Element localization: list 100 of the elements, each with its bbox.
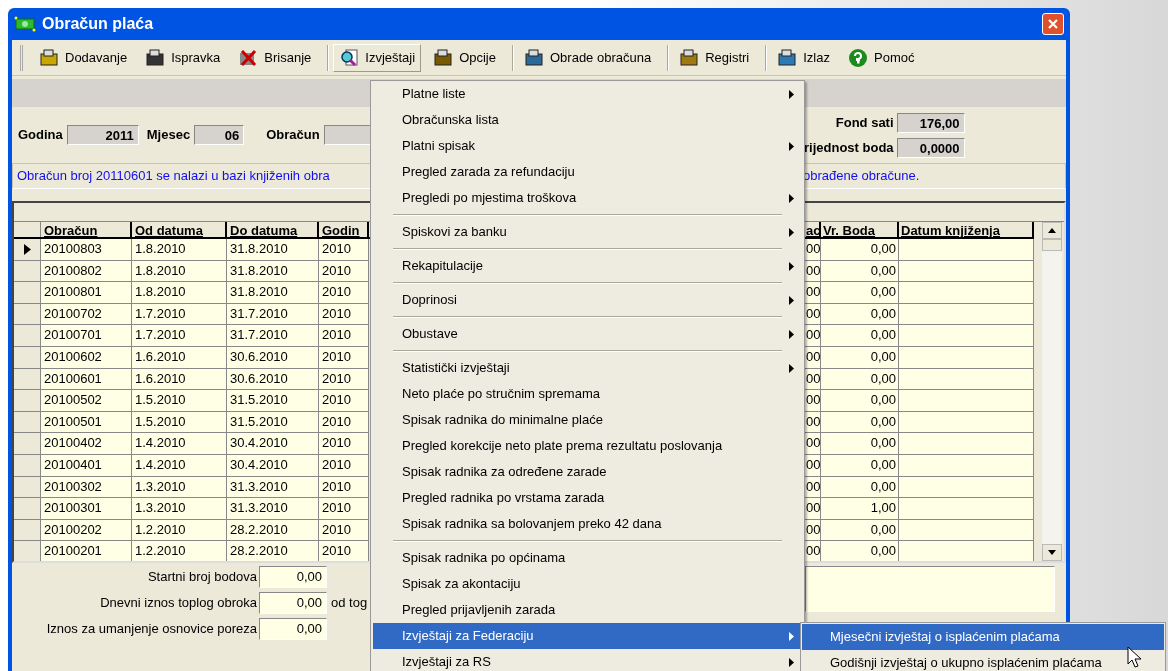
toolbar-button[interactable]: Dodavanje [33,43,134,72]
menu-item[interactable]: Rekapitulacije [373,253,802,279]
input-field[interactable] [323,125,370,145]
table-cell: 0,00 [821,541,899,561]
column-header[interactable]: Vr. Boda [821,222,899,237]
table-cell: 2010 [319,346,369,369]
input-field[interactable]: 2011 [66,125,139,145]
menu-item[interactable]: Spisak za akontaciju [373,571,802,597]
table-cell: 2010 [319,239,369,261]
table-cell: 31.8.2010 [227,282,319,304]
table-cell: 2010 [319,411,369,434]
table-cell: 20100401 [41,454,132,477]
input-field[interactable]: 0,00 [259,618,327,640]
toolbox-icon [433,47,454,68]
table-cell: 0,00 [821,368,899,391]
menu-item[interactable]: Doprinosi [373,287,802,313]
menu-item[interactable]: Statistički izvještaji [373,355,802,381]
scrollbar[interactable] [1042,222,1062,561]
menu-item[interactable]: Izvještaji za RS [373,649,802,671]
column-header[interactable]: Datum knjiženja [899,222,1034,237]
table-cell: 0,00 [821,519,899,542]
menu-item[interactable]: Obračunska lista [373,107,802,133]
column-header[interactable]: Od datuma [132,222,227,237]
menu-item[interactable]: Platni spisak [373,133,802,159]
toolbar-button[interactable]: Izvještaji [333,43,422,72]
menu-item[interactable]: Obustave [373,321,802,347]
menu-item[interactable]: Mjesečni izvještaj o isplaćenim plaćama [802,624,1164,650]
table-cell: 2010 [319,519,369,542]
toolbar-button[interactable]: Opcije [427,43,502,72]
menu-item[interactable]: Spisak radnika za određene zarade [373,459,802,485]
toolbar-button[interactable]: Pomoć [842,43,921,72]
submenu-arrow-icon [789,657,794,667]
scroll-thumb[interactable] [1042,239,1062,251]
table-cell: 1.4.2010 [132,433,227,455]
table-cell: 31.5.2010 [227,390,319,412]
table-cell: 2010 [319,325,369,347]
table-cell: 28.2.2010 [227,519,319,542]
field-label: Obračun [266,126,320,145]
input-field[interactable]: 176,00 [896,112,965,133]
menu-item[interactable]: Platne liste [373,81,802,107]
toolbar-button[interactable]: Registri [673,43,756,72]
table-cell: 31.8.2010 [227,260,319,283]
table-cell: 2010 [319,454,369,477]
menu-item[interactable]: Pregledi po mjestima troškova [373,185,802,211]
table-cell: 20100701 [41,325,132,347]
menu-item[interactable]: Spiskovi za banku [373,219,802,245]
column-header[interactable]: Obračun [41,222,132,237]
table-cell: 0,00 [821,260,899,283]
table-cell: 0,00 [821,476,899,499]
current-row-icon [23,243,31,255]
close-icon [1047,18,1059,30]
table-cell: 20100601 [41,368,132,391]
table-cell: 31.7.2010 [227,303,319,326]
menu-item[interactable]: Spisak radnika do minimalne plaće [373,407,802,433]
submenu-arrow-icon [789,329,794,339]
table-cell: 2010 [319,541,369,561]
table-cell: 2010 [319,260,369,283]
column-header[interactable]: Do datuma [227,222,319,237]
menu-item[interactable]: Pregled zarada za refundaciju [373,159,802,185]
table-cell: 20100402 [41,433,132,455]
menu-item[interactable]: Spisak radnika po općinama [373,545,802,571]
submenu-arrow-icon [789,193,794,203]
help-icon [848,47,868,68]
table-cell: 0,00 [821,239,899,261]
input-field[interactable]: 0,0000 [896,137,965,158]
menu-item[interactable]: Pregled korekcije neto plate prema rezultatu poslovanja [373,433,802,459]
input-field[interactable]: 0,00 [259,566,327,588]
menu-item[interactable]: Neto plaće po stručnim spremama [373,381,802,407]
close-button[interactable] [1042,13,1064,35]
menu-item[interactable]: Spisak radnika sa bolovanjem preko 42 dana [373,511,802,537]
menu-item[interactable]: Pregled radnika po vrstama zarada [373,485,802,511]
toolbar-button[interactable]: Ispravka [139,43,227,72]
submenu-arrow-icon [789,141,794,151]
delete-icon [238,47,259,68]
input-field[interactable]: 0,00 [259,592,327,614]
toolbar-button[interactable]: Obrade obračuna [518,43,658,72]
row-indicator[interactable] [14,239,41,261]
menu-item[interactable]: Godišnji izvještaj o ukupno isplaćenim plaćama [802,650,1164,671]
table-cell: 0,00 [821,433,899,455]
submenu-arrow-icon [789,295,794,305]
table-cell: 0,00 [821,454,899,477]
table-cell: 0,00 [821,390,899,412]
table-cell: 20100802 [41,260,132,283]
input-field[interactable]: 06 [194,125,245,145]
field-label: od tog [331,594,368,613]
money-icon [14,16,36,32]
menu-item[interactable]: Pregled prijavljenih zarada [373,597,802,623]
table-cell: 2010 [319,282,369,304]
table-cell: 0,00 [821,346,899,369]
table-cell: 2010 [319,390,369,412]
notes-field[interactable] [805,566,1055,612]
table-cell: 20100201 [41,541,132,561]
table-cell: 0,00 [821,325,899,347]
table-cell: 1.7.2010 [132,303,227,326]
menu-item[interactable]: Izvještaji za Federaciju [373,623,802,649]
table-cell: 1.8.2010 [132,260,227,283]
toolbar-button[interactable]: Brisanje [232,43,318,72]
field-label: Startni broj bodova [146,568,258,587]
toolbar-button[interactable]: Izlaz [771,43,836,72]
scroll-down-icon [1048,550,1056,555]
